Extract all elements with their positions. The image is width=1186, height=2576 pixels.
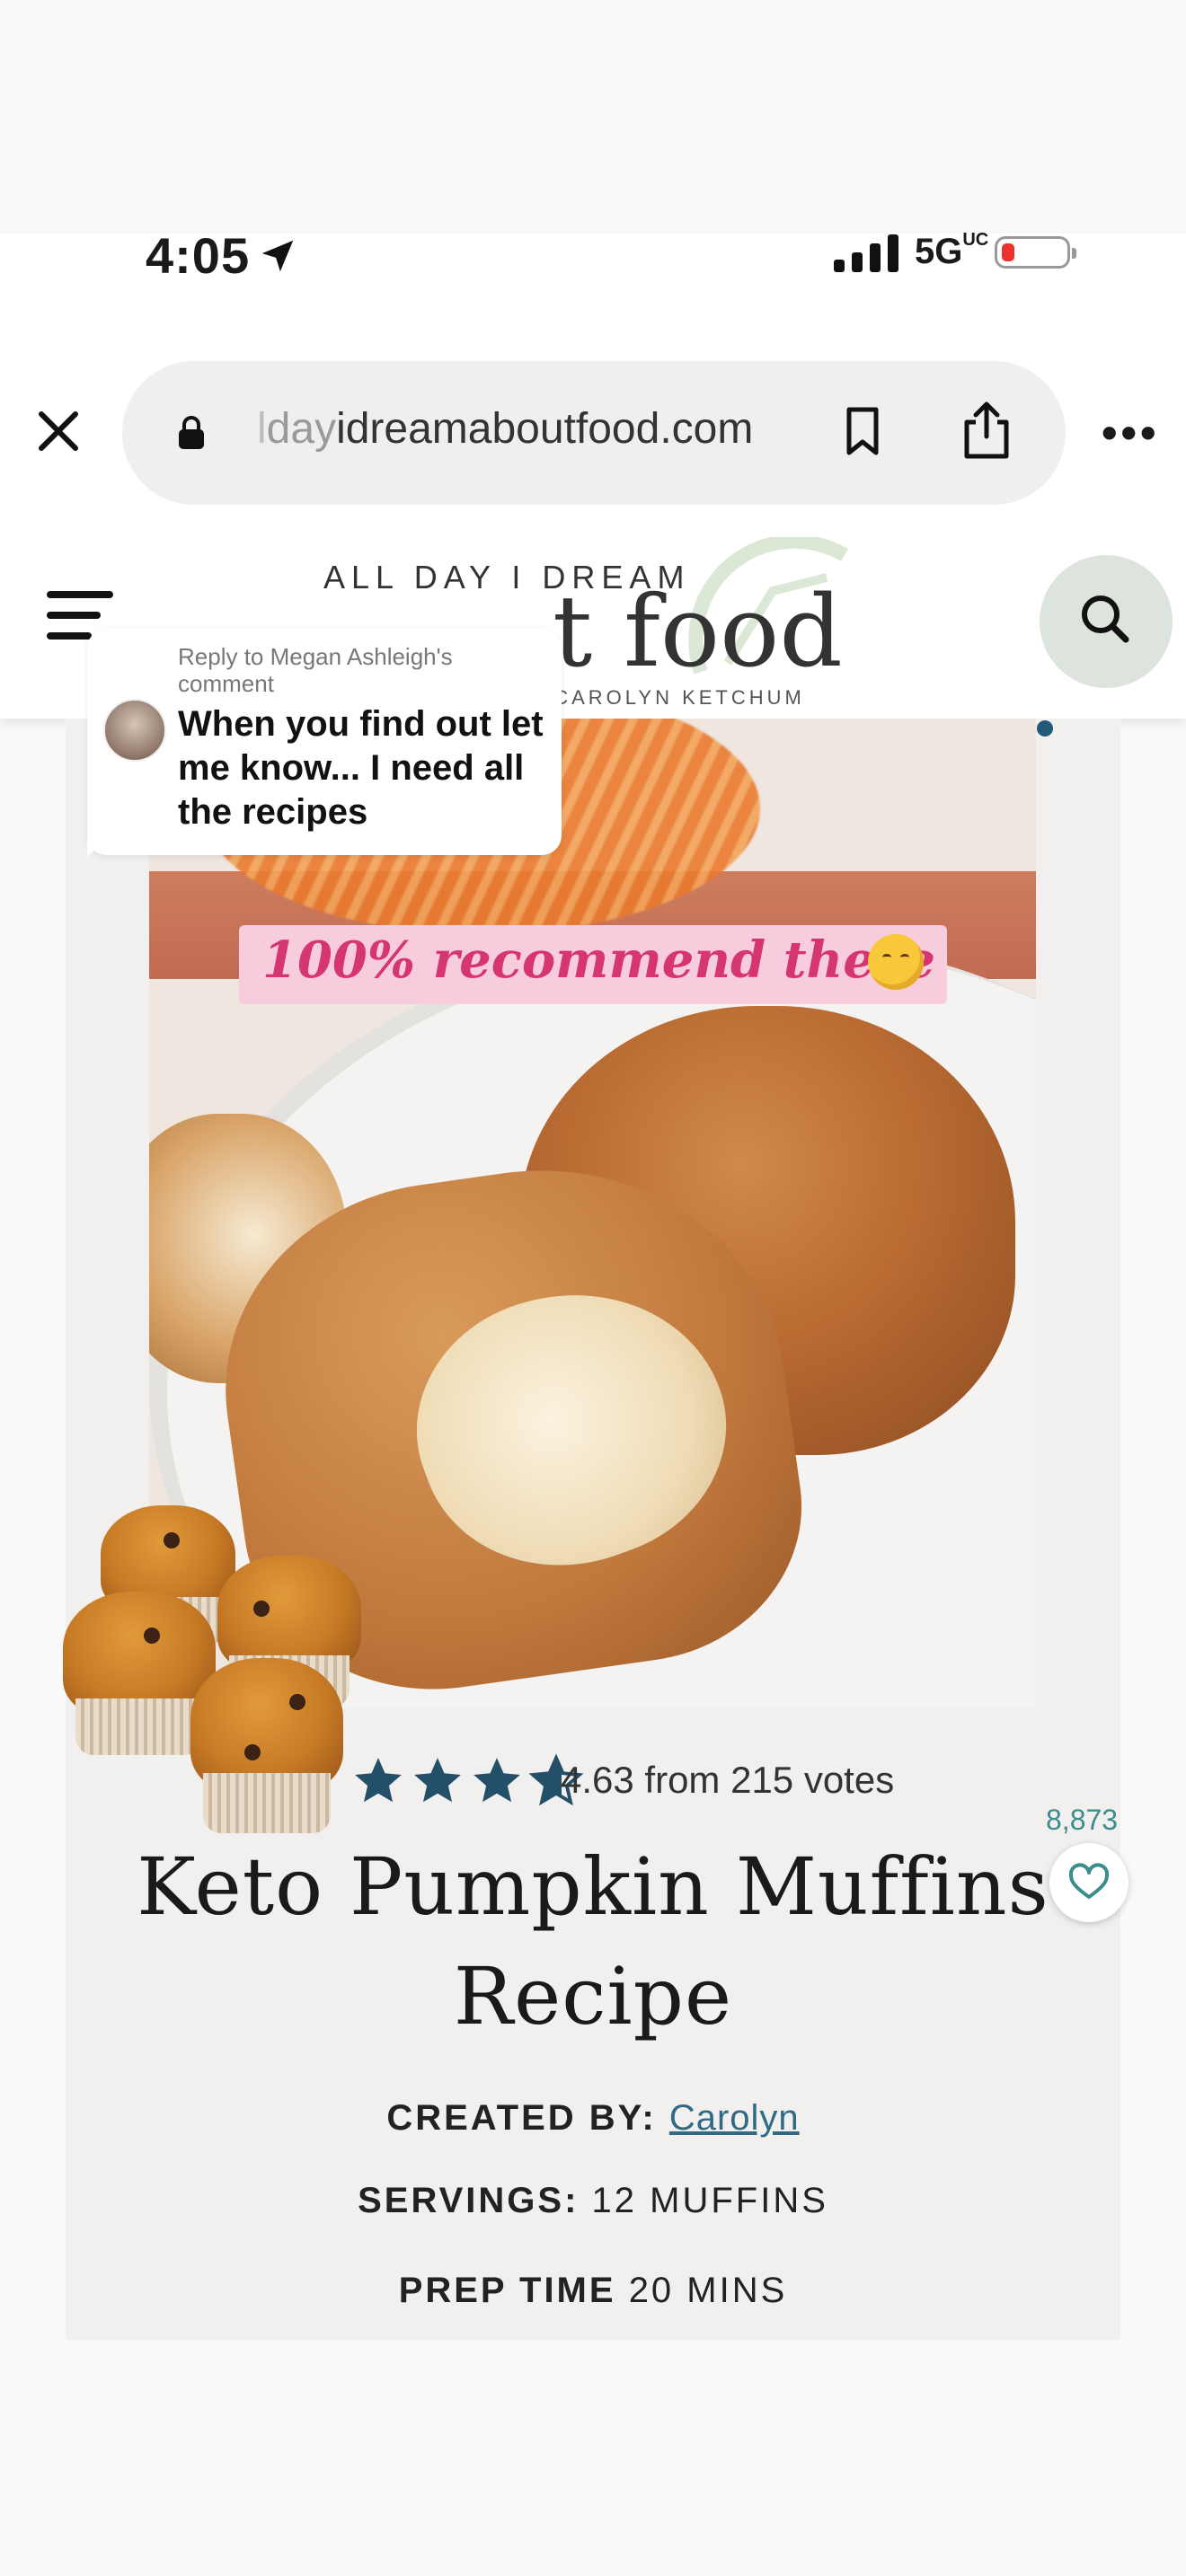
url-domain: idreamaboutfood.com xyxy=(336,405,754,453)
recipe-title-line2: Recipe xyxy=(453,1950,733,2042)
reply-to-label: Reply to Megan Ashleigh's comment xyxy=(178,643,453,697)
bubble-tail xyxy=(87,835,111,857)
muffin-sticker xyxy=(56,1505,379,1847)
close-icon[interactable] xyxy=(36,409,81,454)
pin-dot xyxy=(1037,720,1053,737)
recipe-title-line1: Keto Pumpkin Muffins xyxy=(137,1840,1049,1933)
reply-comment-text: When you find out let me know... I need … xyxy=(178,704,544,832)
url-faded: l xyxy=(257,405,267,453)
star-icon xyxy=(414,1758,461,1803)
more-options-icon[interactable]: ••• xyxy=(1102,410,1160,455)
prep-time-label: PREP TIME xyxy=(398,2271,616,2310)
star-icon xyxy=(474,1758,520,1803)
network-type: 5GUC xyxy=(915,230,989,272)
avatar xyxy=(103,699,166,762)
search-icon xyxy=(1082,595,1129,643)
network-suffix: UC xyxy=(962,230,989,250)
author-link[interactable]: Carolyn xyxy=(669,2098,800,2138)
rating-stars[interactable] xyxy=(350,1753,584,1809)
status-indicators: 5GUC xyxy=(834,230,1077,272)
share-icon[interactable] xyxy=(960,401,1013,460)
bookmark-icon[interactable] xyxy=(845,406,881,456)
created-by-label: CREATED BY: xyxy=(386,2098,657,2138)
servings-value: 12 MUFFINS xyxy=(591,2181,828,2220)
servings-row: SERVINGS: 12 MUFFINS xyxy=(66,2181,1120,2221)
servings-label: SERVINGS: xyxy=(358,2181,580,2220)
search-button[interactable] xyxy=(1040,555,1173,688)
logo-byline: I CAROLYN KETCHUM xyxy=(535,686,805,709)
logo-wordmark: t food xyxy=(553,574,843,689)
location-arrow-icon xyxy=(261,240,294,271)
url-faded-2: day xyxy=(266,405,337,453)
created-by-row: CREATED BY: Carolyn xyxy=(66,2098,1120,2139)
lock-icon xyxy=(179,416,204,449)
battery-icon xyxy=(995,235,1077,269)
cellular-signal-icon xyxy=(834,233,898,272)
rating-summary: 4.63 from 215 votes xyxy=(561,1759,895,1801)
star-icon xyxy=(355,1758,402,1803)
recipe-title: Keto Pumpkin Muffins Recipe xyxy=(108,1832,1078,2051)
url-text[interactable]: ldayidreamaboutfood.com xyxy=(257,404,753,454)
drooling-face-emoji-icon xyxy=(868,934,924,990)
status-time: 4:05 xyxy=(146,226,298,285)
caption-text: 100% recommend these xyxy=(262,931,936,990)
time-label: 4:05 xyxy=(146,227,251,284)
prep-time-row: PREP TIME 20 MINS xyxy=(66,2271,1120,2311)
network-label: 5G xyxy=(915,232,963,271)
prep-time-value: 20 MINS xyxy=(628,2271,788,2310)
